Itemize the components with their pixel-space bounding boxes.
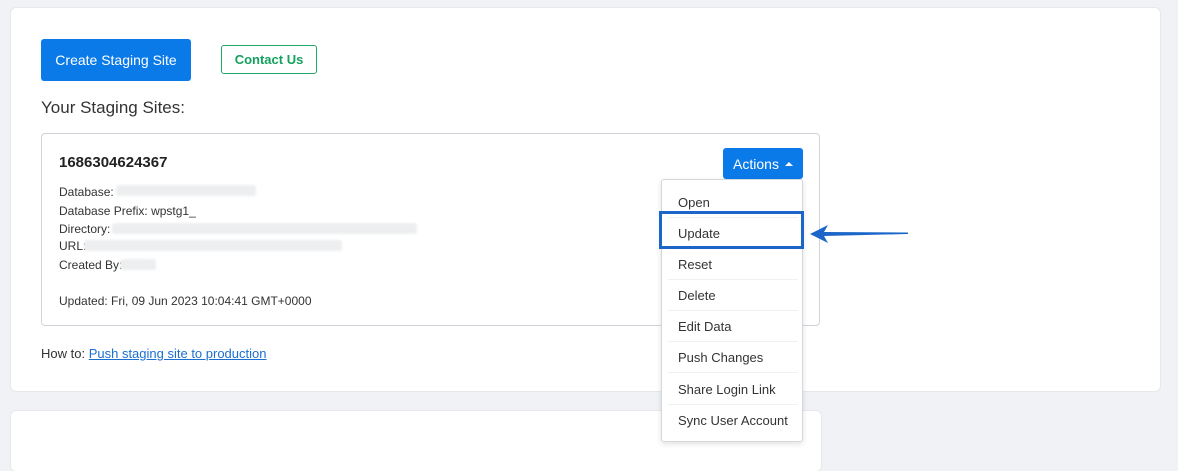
actions-dropdown-button[interactable]: Actions — [723, 148, 803, 179]
menu-item-sync-user-account[interactable]: Sync User Account — [668, 405, 798, 436]
url-value-redacted — [84, 240, 342, 251]
staging-site-id: 1686304624367 — [59, 154, 168, 171]
created-by-value-redacted — [120, 259, 156, 270]
contact-us-button[interactable]: Contact Us — [221, 45, 317, 74]
update-highlight-box — [659, 211, 804, 249]
menu-item-push-changes[interactable]: Push Changes — [668, 342, 798, 373]
section-title: Your Staging Sites: — [41, 98, 185, 117]
database-label: Database: — [59, 185, 114, 199]
database-value-redacted — [116, 185, 256, 196]
url-row: URL: — [59, 239, 86, 253]
caret-up-icon — [784, 161, 793, 166]
database-row: Database: — [59, 185, 114, 199]
howto-prefix: How to: — [41, 346, 86, 361]
url-label: URL: — [59, 239, 87, 253]
created-by-label: Created By: — [59, 258, 123, 272]
directory-value-redacted — [112, 223, 417, 234]
database-prefix-value: wpstg1_ — [151, 204, 196, 218]
database-prefix-row: Database Prefix: wpstg1_ — [59, 204, 196, 218]
database-prefix-label: Database Prefix: — [59, 204, 148, 218]
menu-item-share-login-link[interactable]: Share Login Link — [668, 374, 798, 405]
directory-row: Directory: — [59, 222, 110, 236]
create-staging-site-button[interactable]: Create Staging Site — [41, 39, 191, 81]
pointer-arrow-icon — [810, 225, 908, 243]
push-to-production-link[interactable]: Push staging site to production — [89, 346, 267, 361]
directory-label: Directory: — [59, 222, 111, 236]
howto-text: How to: Push staging site to production — [41, 346, 266, 361]
actions-label: Actions — [733, 155, 779, 172]
updated-timestamp: Updated: Fri, 09 Jun 2023 10:04:41 GMT+0… — [59, 294, 312, 308]
menu-item-reset[interactable]: Reset — [668, 249, 798, 280]
menu-item-edit-data[interactable]: Edit Data — [668, 311, 798, 342]
created-by-row: Created By: — [59, 258, 122, 272]
menu-item-delete[interactable]: Delete — [668, 280, 798, 311]
